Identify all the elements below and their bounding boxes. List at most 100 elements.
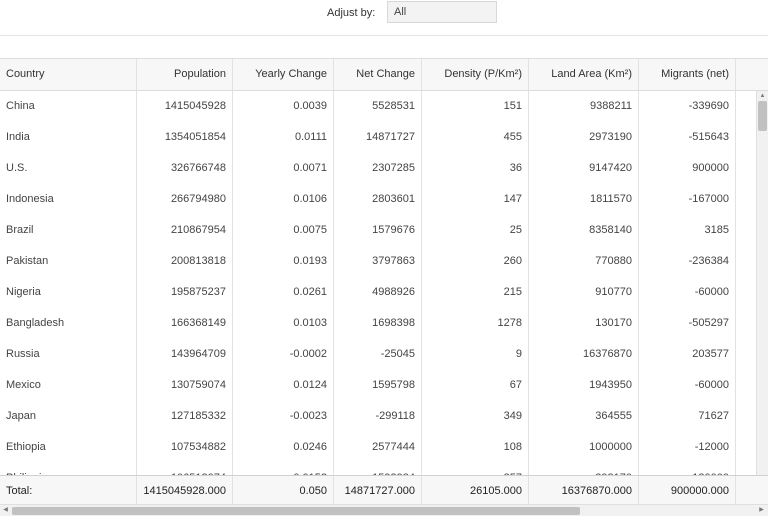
table-cell[interactable]: 0.0152 (233, 463, 334, 475)
table-cell[interactable]: 5528531 (334, 91, 422, 122)
table-cell[interactable]: India (0, 122, 137, 153)
table-row[interactable]: Pakistan 200813818 0.0193 3797863 260 770880-… (0, 246, 756, 278)
table-row[interactable]: Indonesia 266794980 0.0106 2803601 147 181157… (0, 184, 756, 216)
table-cell[interactable]: 900000 (639, 153, 736, 184)
table-row[interactable]: Japan 127185332 -0.0023 -299118 349 364555 716… (0, 401, 756, 433)
table-cell[interactable]: 326766748 (137, 153, 233, 184)
table-row[interactable]: Ethiopia 107534882 0.0246 2577444 108 1000000… (0, 432, 756, 464)
column-header[interactable]: Density (P/Km²) (422, 59, 529, 90)
table-cell[interactable]: 215 (422, 277, 529, 308)
table-cell[interactable]: 364555 (529, 401, 639, 432)
table-cell[interactable]: 25 (422, 215, 529, 246)
table-cell[interactable]: Japan (0, 401, 137, 432)
table-cell[interactable]: 266794980 (137, 184, 233, 215)
column-header[interactable]: Land Area (Km²) (529, 59, 639, 90)
table-cell[interactable]: 1943950 (529, 370, 639, 401)
table-cell[interactable]: 4988926 (334, 277, 422, 308)
vertical-scrollbar[interactable]: ▲ (756, 91, 768, 475)
table-cell[interactable]: 1415045928 (137, 91, 233, 122)
table-cell[interactable]: 210867954 (137, 215, 233, 246)
table-cell[interactable]: 0.0193 (233, 246, 334, 277)
table-cell[interactable]: 143964709 (137, 339, 233, 370)
table-cell[interactable]: 455 (422, 122, 529, 153)
column-header[interactable]: Country (0, 59, 137, 90)
table-cell[interactable]: Philippines (0, 463, 137, 475)
table-cell[interactable]: 357 (422, 463, 529, 475)
table-cell[interactable]: -0.0023 (233, 401, 334, 432)
table-cell[interactable]: 349 (422, 401, 529, 432)
table-cell[interactable]: 0.0075 (233, 215, 334, 246)
scroll-right-arrow-icon[interactable]: ▶ (756, 505, 767, 516)
vertical-scroll-thumb[interactable] (758, 101, 767, 131)
table-cell[interactable]: 195875237 (137, 277, 233, 308)
table-cell[interactable]: 0.0111 (233, 122, 334, 153)
table-cell[interactable]: -0.0002 (233, 339, 334, 370)
table-cell[interactable]: 108 (422, 432, 529, 463)
table-cell[interactable]: -515643 (639, 122, 736, 153)
table-row[interactable]: China 1415045928 0.0039 5528531 151 9388211 -3… (0, 91, 756, 123)
table-cell[interactable]: 260 (422, 246, 529, 277)
table-cell[interactable]: -60000 (639, 277, 736, 308)
table-cell[interactable]: -25045 (334, 339, 422, 370)
table-cell[interactable]: 1698398 (334, 308, 422, 339)
scroll-up-arrow-icon[interactable]: ▲ (757, 91, 768, 101)
table-cell[interactable]: 0.0124 (233, 370, 334, 401)
table-cell[interactable]: 1354051854 (137, 122, 233, 153)
table-cell[interactable]: 16376870 (529, 339, 639, 370)
table-cell[interactable]: 3185 (639, 215, 736, 246)
table-cell[interactable]: -505297 (639, 308, 736, 339)
table-cell[interactable]: 2973190 (529, 122, 639, 153)
table-cell[interactable]: Mexico (0, 370, 137, 401)
column-header[interactable]: Yearly Change (233, 59, 334, 90)
table-cell[interactable]: China (0, 91, 137, 122)
table-row[interactable]: Russia 143964709 -0.0002 -25045 9 16376870 203… (0, 339, 756, 371)
table-cell[interactable]: 1811570 (529, 184, 639, 215)
table-cell[interactable]: 1593984 (334, 463, 422, 475)
table-cell[interactable]: Pakistan (0, 246, 137, 277)
table-row[interactable]: India 1354051854 0.0111 14871727 455 2973190-… (0, 122, 756, 154)
table-cell[interactable]: 0.0103 (233, 308, 334, 339)
table-cell[interactable]: 36 (422, 153, 529, 184)
table-cell[interactable]: 2307285 (334, 153, 422, 184)
table-cell[interactable]: 298170 (529, 463, 639, 475)
column-header[interactable]: Net Change (334, 59, 422, 90)
table-row[interactable]: Mexico 130759074 0.0124 1595798 67 1943950 -60… (0, 370, 756, 402)
table-cell[interactable]: 9 (422, 339, 529, 370)
table-cell[interactable]: 0.0071 (233, 153, 334, 184)
table-cell[interactable]: Indonesia (0, 184, 137, 215)
table-cell[interactable]: 203577 (639, 339, 736, 370)
column-header[interactable]: Population (137, 59, 233, 90)
table-row[interactable]: U.S. 326766748 0.0071 2307285 36 9147420 90000… (0, 153, 756, 185)
horizontal-scroll-thumb[interactable] (12, 507, 580, 515)
table-cell[interactable]: 166368149 (137, 308, 233, 339)
table-cell[interactable]: 67 (422, 370, 529, 401)
table-cell[interactable]: -339690 (639, 91, 736, 122)
adjust-by-select[interactable]: All (387, 1, 497, 23)
table-cell[interactable]: -236384 (639, 246, 736, 277)
table-cell[interactable]: Nigeria (0, 277, 137, 308)
table-cell[interactable]: 200813818 (137, 246, 233, 277)
table-row[interactable]: Philippines1065120740.015215939843572981… (0, 463, 756, 475)
table-cell[interactable]: 127185332 (137, 401, 233, 432)
table-cell[interactable]: 1278 (422, 308, 529, 339)
table-cell[interactable]: Russia (0, 339, 137, 370)
table-cell[interactable]: Brazil (0, 215, 137, 246)
table-cell[interactable]: 1000000 (529, 432, 639, 463)
table-cell[interactable]: 0.0246 (233, 432, 334, 463)
table-cell[interactable]: 151 (422, 91, 529, 122)
table-cell[interactable]: -167000 (639, 184, 736, 215)
table-row[interactable]: Brazil 210867954 0.0075 1579676 25 8358140 318… (0, 215, 756, 247)
table-cell[interactable]: 3797863 (334, 246, 422, 277)
table-cell[interactable]: 106512074 (137, 463, 233, 475)
table-cell[interactable]: 9147420 (529, 153, 639, 184)
table-cell[interactable]: 0.0106 (233, 184, 334, 215)
table-cell[interactable]: 147 (422, 184, 529, 215)
table-cell[interactable]: 107534882 (137, 432, 233, 463)
table-cell[interactable]: 2577444 (334, 432, 422, 463)
table-cell[interactable]: 1595798 (334, 370, 422, 401)
table-cell[interactable]: -130000 (639, 463, 736, 475)
table-cell[interactable]: 770880 (529, 246, 639, 277)
table-cell[interactable]: -60000 (639, 370, 736, 401)
table-cell[interactable]: 9388211 (529, 91, 639, 122)
table-cell[interactable]: U.S. (0, 153, 137, 184)
